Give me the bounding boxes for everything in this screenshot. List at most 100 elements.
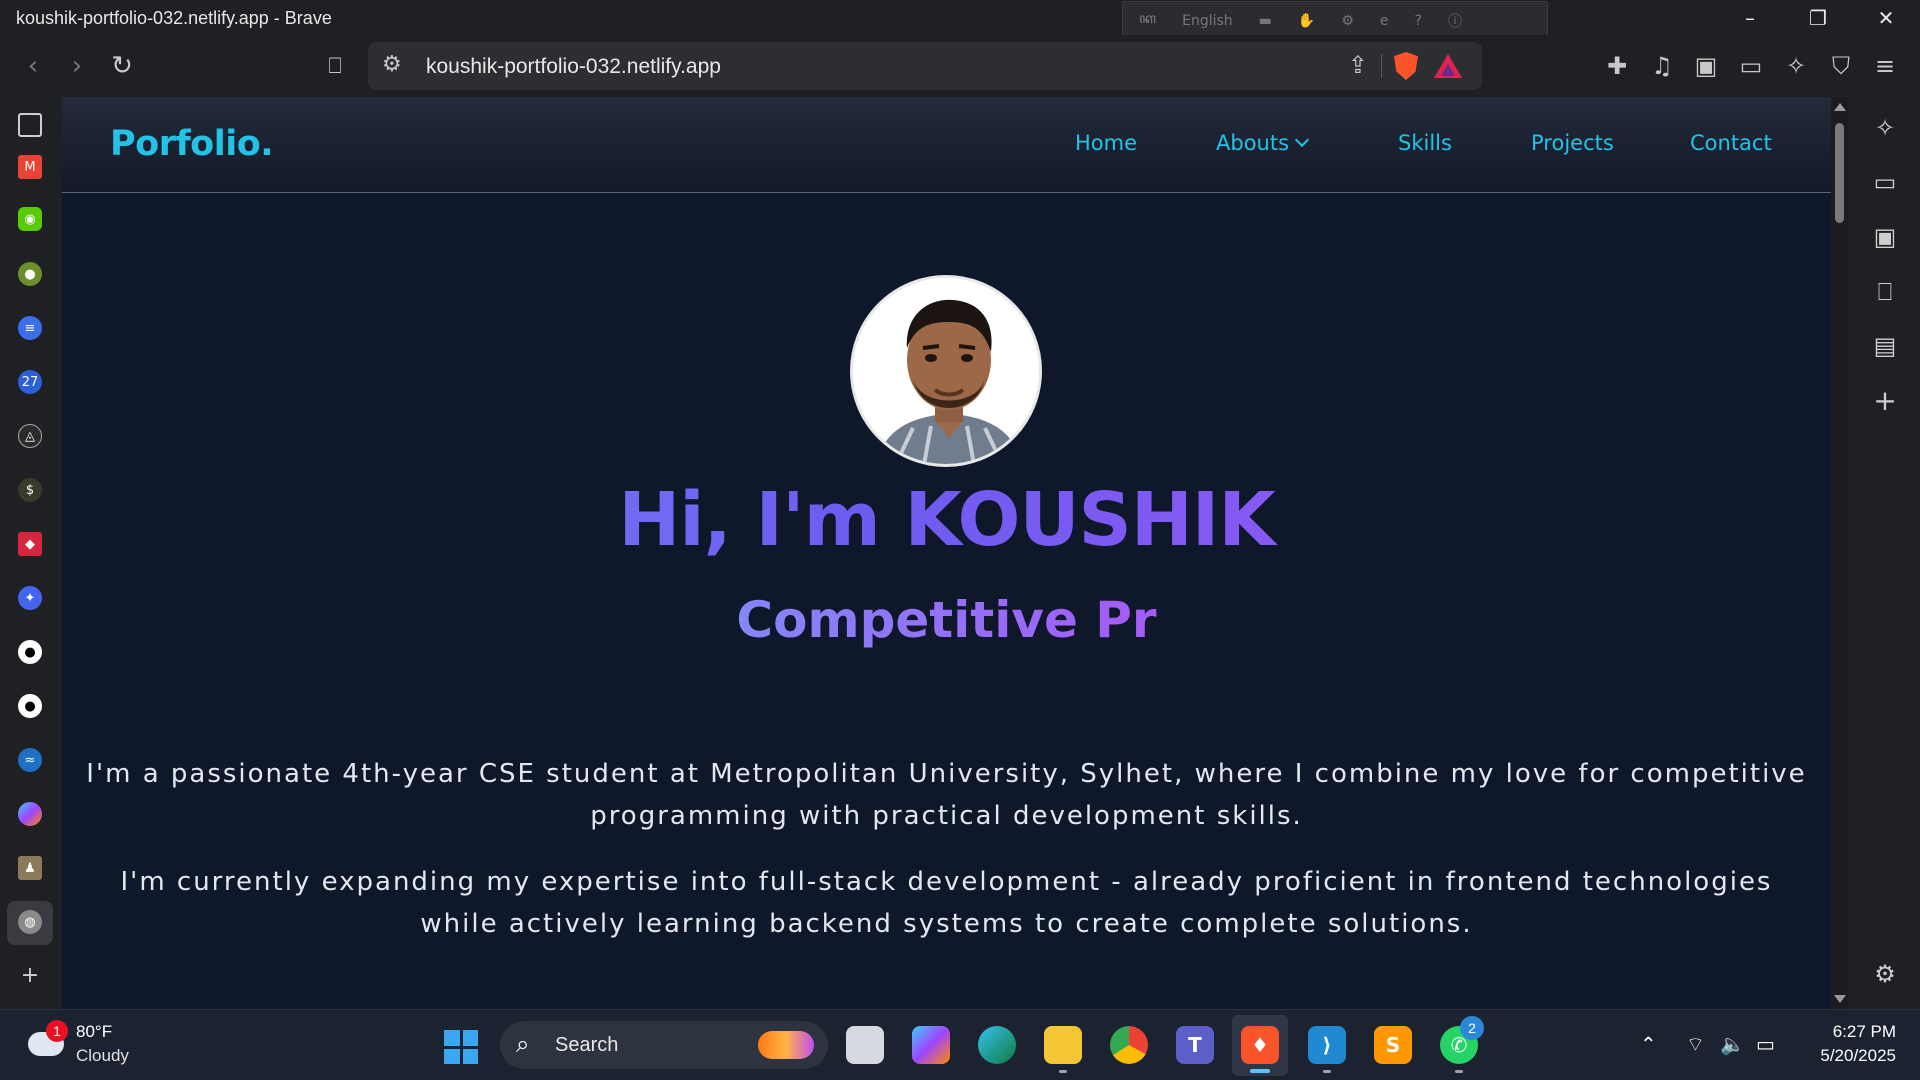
app-icon-2[interactable]: ◬ (18, 424, 42, 448)
app-icon-6[interactable]: ♟ (18, 856, 42, 880)
taskbar-search[interactable]: ⌕ Search (500, 1021, 828, 1069)
chrome-icon[interactable] (1110, 1026, 1148, 1064)
tray-overflow-icon[interactable]: ⌃ (1640, 1032, 1657, 1056)
forward-icon[interactable]: › (60, 49, 94, 83)
scroll-thumb[interactable] (1835, 123, 1844, 223)
app-icon-4[interactable]: ◆ (18, 532, 42, 556)
media-sidebar-icon[interactable]: ▭ (1870, 167, 1900, 197)
github-icon-2[interactable]: ● (18, 694, 42, 718)
app-icon-5[interactable]: ✦ (18, 586, 42, 610)
bookmarks-sidebar-icon[interactable]: ⎕ (1870, 277, 1900, 307)
ime-glove-icon[interactable]: ✋ (1298, 13, 1315, 29)
minimize-button[interactable]: – (1716, 0, 1784, 35)
scroll-up-icon[interactable] (1834, 103, 1846, 111)
windows-start-icon[interactable] (444, 1030, 478, 1064)
back-icon[interactable]: ‹ (16, 49, 50, 83)
restore-button[interactable]: ❐ (1784, 0, 1852, 35)
extensions-icon[interactable]: ✚ (1600, 49, 1634, 83)
window-title: koushik-portfolio-032.netlify.app - Brav… (16, 8, 332, 28)
ime-language[interactable]: English (1182, 13, 1233, 29)
nav-abouts-label[interactable]: Abouts (1216, 131, 1289, 155)
file-explorer-icon[interactable] (1044, 1026, 1082, 1064)
edge-icon[interactable] (978, 1026, 1016, 1064)
url-separator (1381, 54, 1382, 78)
ime-info-icon[interactable]: ⓘ (1448, 11, 1462, 31)
weather-condition[interactable]: Cloudy (76, 1046, 129, 1066)
ime-help-icon[interactable]: ? (1415, 13, 1422, 29)
add-panel-icon[interactable]: + (1870, 384, 1900, 417)
vscode-icon[interactable]: ⟩ (1308, 1026, 1346, 1064)
vpn-icon[interactable]: ⛉ (1824, 49, 1858, 83)
search-icon: ⌕ (516, 1030, 530, 1058)
close-button[interactable]: ✕ (1852, 0, 1920, 35)
windows-taskbar: 1 80°F Cloudy ⌕ Search T ♦ ⟩ S ✆ 2 ⌃ ⌔ 🔈… (0, 1009, 1920, 1080)
scroll-down-icon[interactable] (1834, 995, 1846, 1003)
nav-projects[interactable]: Projects (1531, 131, 1614, 155)
left-sidebar: M ◉ ● ≡ 27 ◬ $ ◆ ✦ ● ● ≈ ♟ ◍ + (0, 97, 62, 1009)
wallet-icon[interactable]: ▭ (1734, 49, 1768, 83)
weather-temperature[interactable]: 80°F (76, 1022, 112, 1042)
app-icon-1[interactable]: ● (18, 262, 42, 286)
sublime-icon[interactable]: S (1374, 1026, 1412, 1064)
wifi-icon[interactable]: ⌔ (1686, 1032, 1705, 1057)
leo-sidebar-icon[interactable]: ✧ (1870, 113, 1900, 143)
vscode-running-indicator (1323, 1070, 1331, 1073)
share-icon[interactable]: ⇪ (1348, 51, 1368, 79)
docs-icon[interactable]: ≡ (18, 316, 42, 340)
leo-ai-icon[interactable]: ✧ (1779, 49, 1813, 83)
task-view-icon[interactable] (846, 1026, 884, 1064)
whatsapp-badge: 2 (1460, 1016, 1484, 1040)
reading-list-icon[interactable]: ▤ (1870, 331, 1900, 361)
about-paragraph-2: I'm currently expanding my expertise int… (120, 867, 1773, 939)
calendar-icon[interactable]: 27 (18, 370, 42, 394)
about-paragraph-1: I'm a passionate 4th-year CSE student at… (86, 759, 1807, 831)
reload-icon[interactable]: ↻ (105, 49, 139, 83)
hero-title: Hi, I'm KOUSHIK (62, 477, 1831, 563)
whatsapp-running-indicator (1455, 1070, 1463, 1073)
nav-home[interactable]: Home (1075, 131, 1137, 155)
sidebar-settings-icon[interactable]: ⚙ (1870, 959, 1900, 989)
taskbar-time[interactable]: 6:27 PM (1806, 1022, 1896, 1042)
copilot-taskbar-icon[interactable] (912, 1026, 950, 1064)
ime-logo-icon[interactable]: ꦏ (1139, 7, 1156, 36)
menu-icon[interactable]: ≡ (1868, 49, 1902, 83)
copilot-icon[interactable] (18, 802, 42, 826)
ime-hat-icon[interactable]: ▬ (1259, 13, 1272, 29)
brave-active-indicator (1250, 1069, 1270, 1073)
media-icon[interactable]: ♫ (1645, 49, 1679, 83)
app-icon-3[interactable]: $ (18, 478, 42, 502)
nav-skills[interactable]: Skills (1398, 131, 1452, 155)
add-sidebar-icon[interactable]: + (18, 963, 42, 988)
site-settings-icon[interactable]: ⚙ (382, 52, 402, 77)
brave-rewards-icon[interactable] (1434, 54, 1462, 78)
ime-settings-icon[interactable]: ⚙ (1341, 13, 1354, 29)
gmail-icon[interactable]: M (18, 155, 42, 179)
chevron-down-icon[interactable] (1294, 132, 1310, 148)
sidebar-panel-icon[interactable] (18, 113, 42, 137)
duolingo-icon[interactable]: ◉ (18, 207, 42, 231)
hero-subtitle: Competitive Pr (62, 591, 1831, 649)
battery-icon[interactable]: ▭ (1756, 1032, 1775, 1056)
address-bar[interactable]: ⚙ koushik-portfolio-032.netlify.app ⇪ (368, 42, 1482, 90)
volume-icon[interactable]: 🔈 (1720, 1032, 1745, 1056)
page-scrollbar[interactable] (1831, 97, 1848, 1009)
nav-abouts[interactable]: Abouts (1216, 131, 1310, 155)
teams-icon[interactable]: T (1176, 1026, 1214, 1064)
site-brand[interactable]: Porfolio. (110, 124, 274, 164)
search-label: Search (555, 1034, 619, 1056)
nav-contact[interactable]: Contact (1690, 131, 1772, 155)
url-text[interactable]: koushik-portfolio-032.netlify.app (426, 55, 721, 79)
wallet-sidebar-icon[interactable]: ▣ (1870, 222, 1900, 252)
sidebar-toggle-icon[interactable]: ▣ (1689, 49, 1723, 83)
github-icon[interactable]: ● (18, 640, 42, 664)
bookmark-icon[interactable]: ⎕ (318, 49, 352, 83)
explorer-running-indicator (1059, 1070, 1067, 1073)
ime-browser-icon[interactable]: e (1380, 13, 1389, 29)
globe-icon[interactable]: ◍ (18, 910, 42, 934)
tailwind-icon[interactable]: ≈ (18, 748, 42, 772)
browser-toolbar: ‹ › ↻ ⎕ ⚙ koushik-portfolio-032.netlify.… (0, 35, 1920, 97)
taskbar-date[interactable]: 5/20/2025 (1796, 1046, 1896, 1066)
brave-shields-icon[interactable] (1394, 52, 1418, 80)
page-viewport: Porfolio. Home Abouts Skills Projects Co… (62, 97, 1831, 1009)
brave-taskbar-icon[interactable]: ♦ (1241, 1026, 1279, 1064)
